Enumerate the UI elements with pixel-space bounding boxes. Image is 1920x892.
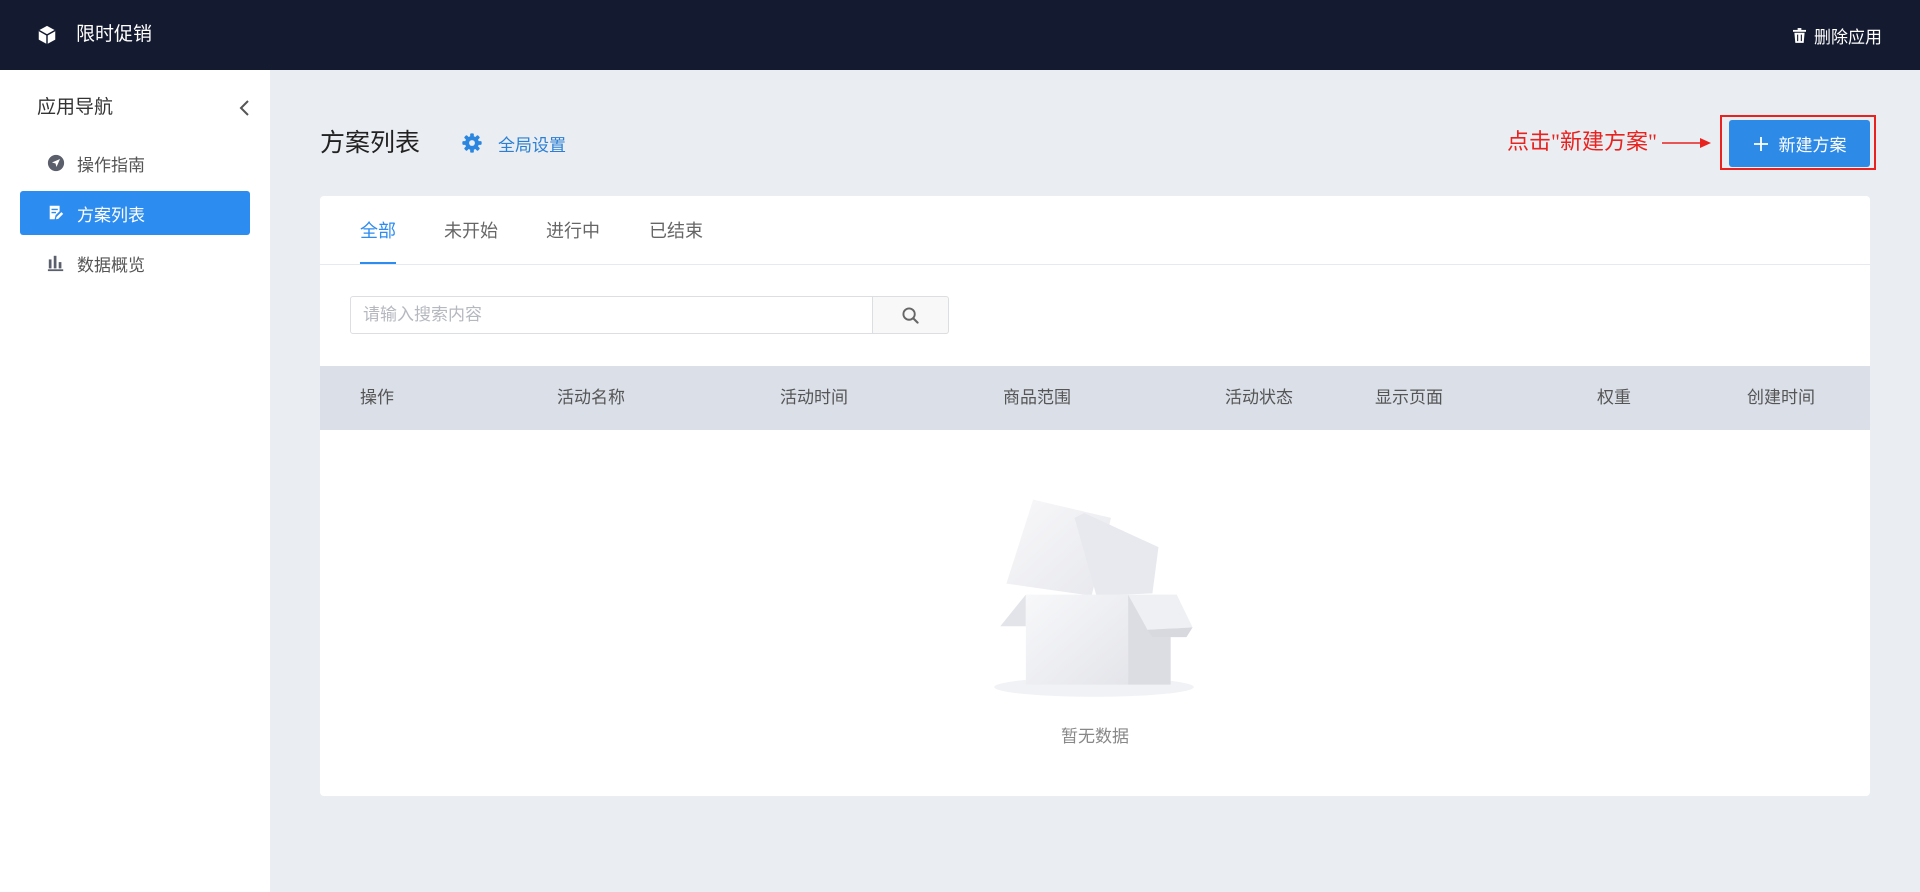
annotation-arrow-icon <box>1662 138 1711 148</box>
new-plan-label: 新建方案 <box>1778 136 1847 155</box>
column-header-activity-status: 活动状态 <box>1225 388 1293 407</box>
column-header-product-scope: 商品范围 <box>1003 388 1071 407</box>
page-title: 方案列表 <box>320 129 421 157</box>
delete-app-button[interactable]: 删除应用 <box>1793 0 1882 70</box>
edit-document-icon <box>49 205 64 220</box>
sidebar-item-data-overview[interactable]: 数据概览 <box>20 241 250 285</box>
search-icon <box>902 306 919 324</box>
navigation-icon <box>47 154 65 172</box>
sidebar-item-guide[interactable]: 操作指南 <box>20 141 250 185</box>
search-bar <box>350 296 949 334</box>
column-header-created-time: 创建时间 <box>1747 388 1815 407</box>
annotation-text: 点击"新建方案" <box>1507 129 1657 154</box>
plus-icon <box>1753 136 1768 151</box>
empty-box-illustration <box>994 499 1194 697</box>
tab-active-indicator <box>360 262 396 264</box>
status-tabs: 全部 未开始 进行中 已结束 <box>320 196 1870 265</box>
delete-app-label: 删除应用 <box>1814 27 1882 47</box>
trash-icon <box>1793 27 1806 43</box>
gear-icon <box>462 133 482 153</box>
column-header-activity-time: 活动时间 <box>780 388 848 407</box>
sidebar: 应用导航 操作指南 方案列表 数据概览 <box>0 70 270 892</box>
bar-chart-icon <box>47 255 64 272</box>
search-input[interactable] <box>350 296 873 334</box>
sidebar-item-label: 操作指南 <box>77 155 145 175</box>
cube-icon <box>38 25 56 45</box>
empty-state-text: 暂无数据 <box>1061 727 1129 746</box>
tab-not-started[interactable]: 未开始 <box>444 196 498 264</box>
sidebar-item-label: 方案列表 <box>77 205 145 225</box>
app-title: 限时促销 <box>76 24 153 45</box>
global-settings-link[interactable]: 全局设置 <box>461 131 566 155</box>
column-header-activity-name: 活动名称 <box>557 388 625 407</box>
chevron-left-icon[interactable] <box>238 99 252 117</box>
table-header: 操作 活动名称 活动时间 商品范围 活动状态 显示页面 权重 创建时间 <box>320 366 1870 430</box>
column-header-weight: 权重 <box>1597 388 1631 407</box>
app-header: 限时促销 删除应用 <box>0 0 1920 70</box>
new-plan-button[interactable]: 新建方案 <box>1729 120 1870 167</box>
tab-ended[interactable]: 已结束 <box>649 196 703 264</box>
tab-in-progress[interactable]: 进行中 <box>546 196 600 264</box>
column-header-actions: 操作 <box>360 388 394 407</box>
sidebar-item-label: 数据概览 <box>77 255 145 275</box>
column-header-display-page: 显示页面 <box>1375 388 1443 407</box>
tab-all[interactable]: 全部 <box>360 196 396 264</box>
search-button[interactable] <box>873 296 949 334</box>
plan-list-card: 全部 未开始 进行中 已结束 操作 活动名称 活动时间 商品范围 活动状态 显示… <box>320 196 1870 796</box>
sidebar-item-plan-list[interactable]: 方案列表 <box>20 191 250 235</box>
global-settings-label: 全局设置 <box>498 135 566 155</box>
sidebar-heading: 应用导航 <box>37 97 114 118</box>
